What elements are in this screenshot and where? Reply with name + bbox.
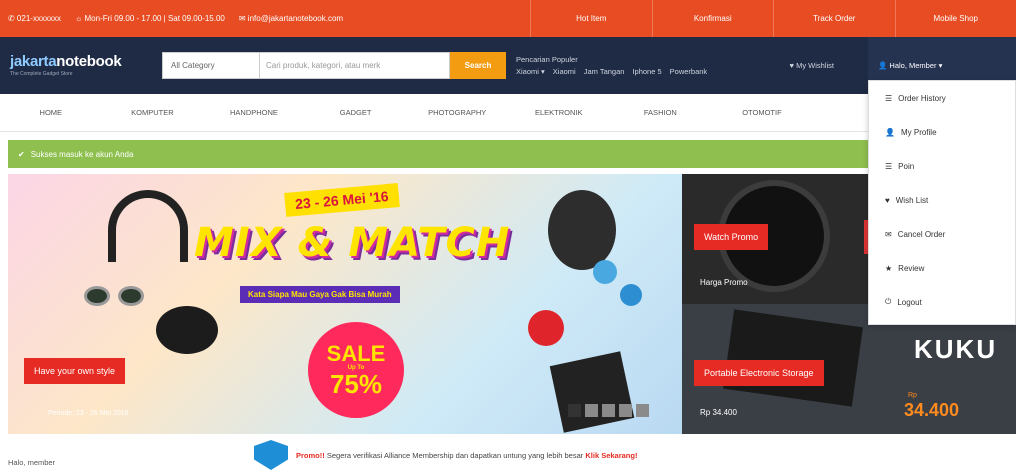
power-icon: ⏻ xyxy=(885,297,892,306)
header: jakartanotebook The Complete Gadget Stor… xyxy=(0,37,1016,94)
logo-accent: notebook xyxy=(56,53,122,70)
menu-item-cancel-order[interactable]: ✉ Cancel Order xyxy=(869,217,1015,251)
blue-speaker-image xyxy=(593,260,617,284)
menu-item-my-profile[interactable]: 👤 My Profile xyxy=(869,115,1015,149)
menu-item-label: Order History xyxy=(898,93,946,103)
storage-image xyxy=(723,309,863,407)
list-icon: ☰ xyxy=(885,93,893,103)
carousel-dot[interactable] xyxy=(568,404,581,417)
user-dropdown-menu: ☰ Order History 👤 My Profile ☰ Poin ♥ Wish L… xyxy=(868,80,1016,325)
sale-word: SALE xyxy=(326,341,386,366)
banner-tagline: Kata Siapa Mau Gaya Gak Bisa Murah xyxy=(240,286,400,303)
top-links: Hot Item Konfirmasi Track Order Mobile S… xyxy=(530,0,1016,37)
menu-item-wish-list[interactable]: ♥ Wish List xyxy=(869,183,1015,217)
speaker-image xyxy=(156,306,218,354)
popular-item[interactable]: Powerbank xyxy=(670,67,708,76)
search-button[interactable]: Search xyxy=(450,52,506,79)
banner-date: 23 - 26 Mei '16 xyxy=(284,183,400,217)
popular-item[interactable]: Jam Tangan xyxy=(584,67,625,76)
menu-item-label: Wish List xyxy=(895,195,929,205)
nav-item-home[interactable]: Home xyxy=(0,94,102,131)
carousel-dot[interactable] xyxy=(602,404,615,417)
contact-info: ✆ 021-xxxxxxx ☼ Mon-Fri 09.00 - 17.00 | … xyxy=(0,0,530,37)
price-currency: Rp xyxy=(908,392,917,399)
category-select[interactable]: All Category xyxy=(162,52,260,79)
banner-title: MIX & MATCH xyxy=(194,220,511,266)
list-icon: ☰ xyxy=(885,161,893,171)
nav-item-otomotif[interactable]: Otomotif xyxy=(711,94,813,131)
top-bar: ✆ 021-xxxxxxx ☼ Mon-Fri 09.00 - 17.00 | … xyxy=(0,0,1016,37)
phone-info: ✆ 021-xxxxxxx xyxy=(8,14,61,23)
menu-item-order-history[interactable]: ☰ Order History xyxy=(869,81,1015,115)
side-banner-label[interactable]: Watch Promo xyxy=(694,224,769,250)
side-banner-sub: Harga Promo xyxy=(700,278,748,287)
top-link-konfirmasi[interactable]: Konfirmasi xyxy=(651,0,774,37)
shield-icon xyxy=(254,440,288,470)
top-link-mobile-shop[interactable]: Mobile Shop xyxy=(894,0,1016,37)
carousel-dot[interactable] xyxy=(619,404,632,417)
menu-item-label: My Profile xyxy=(900,127,937,137)
popular-item[interactable]: Xiaomi ▾ xyxy=(516,67,545,76)
top-link-track-order[interactable]: Track Order xyxy=(773,0,895,37)
menu-item-poin[interactable]: ☰ Poin xyxy=(869,149,1015,183)
bag-image xyxy=(549,351,635,433)
user-icon: 👤 xyxy=(885,127,895,137)
nav-item-fashion[interactable]: Fashion xyxy=(610,94,712,131)
menu-item-logout[interactable]: ⏻ Logout xyxy=(869,285,1015,319)
banner-caption: Periode: 23 - 26 Mei 2016 xyxy=(48,410,129,417)
menu-item-label: Cancel Order xyxy=(897,229,946,239)
sale-badge: SALE Up To 75% xyxy=(308,322,404,418)
blue-speaker-image xyxy=(620,284,642,306)
logo-tagline: The Complete Gadget Store xyxy=(10,71,73,77)
red-speaker-image xyxy=(528,310,564,346)
banner-label[interactable]: Have your own style xyxy=(24,358,126,384)
price-value: 34.400 xyxy=(904,400,960,420)
popular-item[interactable]: Iphone 5 xyxy=(632,67,661,76)
side-banner-sub: Rp 34.400 xyxy=(700,408,737,417)
brand-logo: KUKU xyxy=(914,334,998,364)
sale-percent: 75% xyxy=(329,369,383,399)
welcome-text: Halo, member xyxy=(8,458,56,467)
carousel-dot[interactable] xyxy=(636,404,649,417)
nav-item-elektronik[interactable]: Elektronik xyxy=(508,94,610,131)
email-info: ✉ info@jakartanotebook.com xyxy=(238,14,344,23)
nav-item-gadget[interactable]: Gadget xyxy=(305,94,407,131)
nav-item-photography[interactable]: Photography xyxy=(406,94,508,131)
nav-item-komputer[interactable]: Komputer xyxy=(102,94,204,131)
sunglasses-image xyxy=(84,286,148,308)
star-icon: ★ xyxy=(885,263,893,273)
carousel-dot[interactable] xyxy=(585,404,598,417)
heart-icon: ♥ xyxy=(885,195,890,205)
search-bar: All Category Cari produk, kategori, atau… xyxy=(162,52,506,79)
site-logo[interactable]: jakartanotebook The Complete Gadget Stor… xyxy=(10,51,150,81)
success-alert: ✔ Sukses masuk ke akun Anda xyxy=(8,140,1016,168)
menu-item-label: Review xyxy=(898,263,925,273)
popular-search: Pencarian Populer Xiaomi ▾ Xiaomi Jam Ta… xyxy=(516,55,707,76)
popular-title: Pencarian Populer xyxy=(516,55,578,64)
top-link-hot-item[interactable]: Hot Item xyxy=(530,0,652,37)
bottom-section: Halo, member Promo!! Segera verifikasi A… xyxy=(0,440,1016,471)
check-icon: ✔ xyxy=(18,149,25,159)
main-nav: Home Komputer Handphone Gadget Photograp… xyxy=(0,94,1016,132)
logo-main: jakarta xyxy=(10,53,57,70)
promo-text: Segera verifikasi Alliance Membership da… xyxy=(326,450,584,460)
alert-text: Sukses masuk ke akun Anda xyxy=(30,149,134,159)
headphone-image xyxy=(108,190,188,262)
promo-link[interactable]: Klik Sekarang! xyxy=(585,451,637,460)
popular-item[interactable]: Xiaomi xyxy=(553,67,576,76)
nav-item-handphone[interactable]: Handphone xyxy=(203,94,305,131)
carousel-dots xyxy=(568,404,649,417)
menu-item-label: Logout xyxy=(897,297,922,307)
headphone-image xyxy=(548,190,616,270)
promo-prefix: Promo!! xyxy=(296,450,325,460)
side-banner-label[interactable]: Portable Electronic Storage xyxy=(694,360,824,386)
search-input[interactable]: Cari produk, kategori, atau merk xyxy=(260,52,450,79)
main-banner[interactable]: 23 - 26 Mei '16 MIX & MATCH Kata Siapa M… xyxy=(8,174,682,434)
wishlist-link[interactable]: ♥ My Wishlist xyxy=(790,61,834,70)
menu-item-label: Poin xyxy=(898,161,915,171)
promo-bar: Promo!! Segera verifikasi Alliance Membe… xyxy=(254,440,637,470)
menu-item-review[interactable]: ★ Review xyxy=(869,251,1015,285)
envelope-icon: ✉ xyxy=(885,229,892,239)
hours-info: ☼ Mon-Fri 09.00 - 17.00 | Sat 09.00-15.0… xyxy=(74,14,225,23)
